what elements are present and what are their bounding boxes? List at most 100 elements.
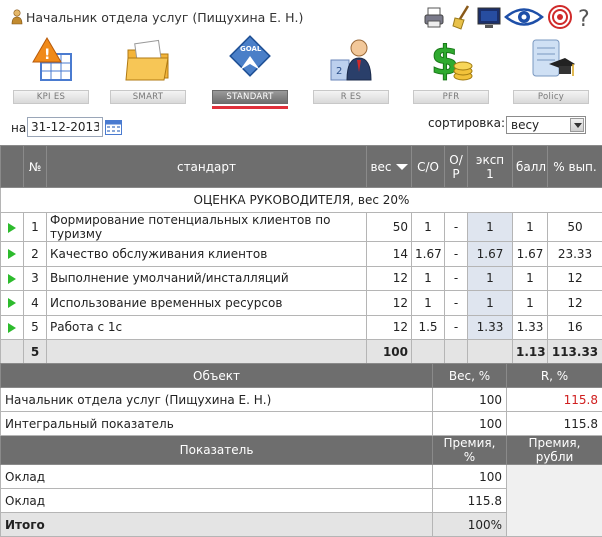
warning-grid-icon: ! [27, 34, 75, 86]
header-op[interactable]: О/Р [445, 146, 468, 188]
nav-item-policy[interactable]: Policy [513, 34, 589, 108]
total-pct: 113.33 [548, 340, 602, 365]
active-tab-underline [212, 106, 288, 109]
row-exp1[interactable]: 1 [468, 213, 513, 242]
table-row[interactable]: 5 Работа с 1с 12 1.5 - 1.33 1.33 16 [1, 315, 602, 340]
row-weight: 12 [367, 315, 412, 340]
row-standard: Качество обслуживания клиентов [47, 242, 367, 267]
printer-icon[interactable] [423, 4, 445, 30]
nav-label-pfr: PFR [413, 90, 489, 104]
play-cell[interactable] [1, 242, 24, 267]
header-standard[interactable]: стандарт [47, 146, 367, 188]
eye-icon[interactable] [504, 4, 544, 30]
play-icon[interactable] [8, 323, 16, 333]
row-score: 1 [513, 213, 548, 242]
table-row[interactable]: 4 Использование временных ресурсов 12 1 … [1, 291, 602, 316]
header-num: № [24, 146, 47, 188]
row-exp1[interactable]: 1.33 [468, 315, 513, 340]
header-play [1, 146, 24, 188]
object-r: 115.8 [507, 412, 602, 436]
table-row[interactable]: 2 Качество обслуживания клиентов 14 1.67… [1, 242, 602, 267]
summary-table: Объект Вес, % R, % Начальник отдела услу… [0, 363, 602, 537]
header-score[interactable]: балл [513, 146, 548, 188]
row-pct: 12 [548, 266, 602, 291]
total-count: 5 [24, 340, 47, 365]
play-icon[interactable] [8, 274, 16, 284]
nav-label-smart: SMART [110, 90, 186, 104]
folder-icon [124, 34, 172, 86]
section-title: ОЦЕНКА РУКОВОДИТЕЛЯ, вес 20% [1, 188, 602, 213]
header-weight[interactable]: вес [367, 146, 412, 188]
play-cell[interactable] [1, 213, 24, 242]
object-header-row: Объект Вес, % R, % [1, 364, 602, 388]
nav-item-smart[interactable]: SMART [110, 34, 186, 108]
row-standard: Использование временных ресурсов [47, 291, 367, 316]
help-icon[interactable]: ? [576, 4, 594, 30]
sort-desc-icon [396, 164, 408, 170]
row-exp1[interactable]: 1.67 [468, 242, 513, 267]
play-icon[interactable] [8, 298, 16, 308]
row-pct: 23.33 [548, 242, 602, 267]
user-icon [11, 9, 23, 25]
row-co: 1.67 [412, 242, 445, 267]
header-co[interactable]: С/О [412, 146, 445, 188]
play-icon[interactable] [8, 249, 16, 259]
target-icon[interactable] [548, 4, 572, 30]
row-op: - [445, 242, 468, 267]
nav-item-pfr[interactable]: $ PFR [413, 34, 489, 108]
row-score: 1.33 [513, 315, 548, 340]
header-object-weight: Вес, % [433, 364, 507, 388]
object-weight: 100 [433, 388, 507, 412]
total-play [1, 340, 24, 365]
row-weight: 12 [367, 291, 412, 316]
table-header-row: № стандарт вес С/О О/Р эксп 1 балл % вып… [1, 146, 602, 188]
row-standard: Формирование потенциальных клиентов по т… [47, 213, 367, 242]
nav-label-res: R ES [313, 90, 389, 104]
row-co: 1 [412, 266, 445, 291]
bonus-header-row: Показатель Премия, % Премия, рубли [1, 436, 602, 465]
play-icon[interactable] [8, 223, 16, 233]
row-exp1[interactable]: 1 [468, 266, 513, 291]
play-cell[interactable] [1, 315, 24, 340]
broom-icon[interactable] [452, 4, 472, 30]
play-cell[interactable] [1, 291, 24, 316]
row-weight: 14 [367, 242, 412, 267]
scroll-graduation-icon [527, 34, 575, 86]
bonus-pct: 115.8 [433, 489, 507, 513]
bonus-total-label: Итого [1, 513, 433, 537]
nav-item-standart[interactable]: GOAL STANDART [212, 34, 288, 108]
monitor-icon[interactable] [477, 4, 501, 30]
row-num: 3 [24, 266, 47, 291]
total-op [445, 340, 468, 365]
svg-text:!: ! [44, 47, 50, 63]
nav-label-standart: STANDART [212, 90, 288, 104]
sort-select[interactable]: весу [506, 116, 586, 134]
table-row: Оклад 100 [1, 465, 602, 489]
row-co: 1.5 [412, 315, 445, 340]
table-row[interactable]: 3 Выполнение умолчаний/инсталляций 12 1 … [1, 266, 602, 291]
header-object: Объект [1, 364, 433, 388]
date-input[interactable] [27, 117, 103, 137]
header-pct[interactable]: % вып. [548, 146, 602, 188]
calendar-icon[interactable] [105, 119, 122, 135]
play-cell[interactable] [1, 266, 24, 291]
row-score: 1 [513, 291, 548, 316]
table-row[interactable]: 1 Формирование потенциальных клиентов по… [1, 213, 602, 242]
bonus-name: Оклад [1, 489, 433, 513]
row-num: 4 [24, 291, 47, 316]
object-weight: 100 [433, 412, 507, 436]
row-op: - [445, 291, 468, 316]
nav-item-res[interactable]: 2 R ES [313, 34, 389, 108]
nav-item-kpi[interactable]: ! KPI ES [13, 34, 89, 108]
total-score: 1.13 [513, 340, 548, 365]
row-op: - [445, 315, 468, 340]
goal-diamond-icon: GOAL [226, 34, 274, 86]
chevron-down-icon[interactable] [570, 118, 584, 132]
row-pct: 16 [548, 315, 602, 340]
table-row: Интегральный показатель 100 115.8 [1, 412, 602, 436]
object-name: Интегральный показатель [1, 412, 433, 436]
module-nav: ! KPI ES SMART GOAL STANDART 2 R ES [0, 34, 602, 110]
row-exp1[interactable]: 1 [468, 291, 513, 316]
total-exp1 [468, 340, 513, 365]
header-exp1[interactable]: эксп 1 [468, 146, 513, 188]
